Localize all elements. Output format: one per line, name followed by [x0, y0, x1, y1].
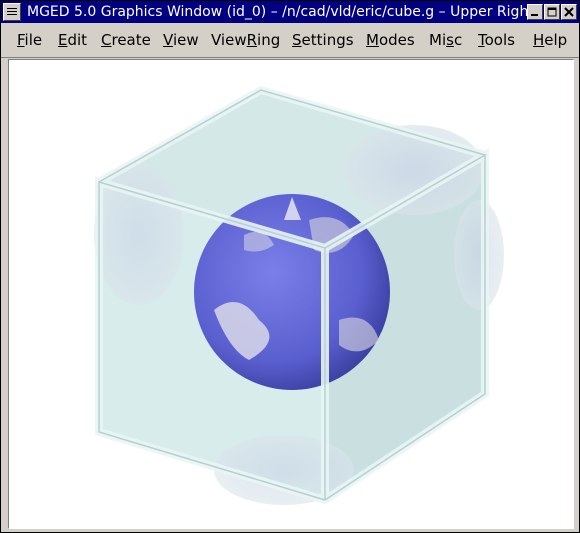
- maximize-icon[interactable]: [544, 4, 560, 20]
- menu-modes[interactable]: Modes: [366, 31, 415, 49]
- close-icon[interactable]: [561, 4, 577, 20]
- menu-misc[interactable]: Misc: [429, 31, 462, 49]
- menu-settings[interactable]: Settings: [292, 31, 354, 49]
- graphics-canvas[interactable]: [8, 59, 574, 529]
- mged-graphics-window: MGED 5.0 Graphics Window (id_0) – /n/cad…: [0, 0, 580, 533]
- minimize-icon[interactable]: [527, 4, 543, 20]
- sphere-reflection: [454, 200, 504, 310]
- menu-edit[interactable]: Edit: [58, 31, 87, 49]
- menu-help[interactable]: Help: [533, 31, 567, 49]
- menu-view[interactable]: View: [163, 31, 199, 49]
- system-menu-icon[interactable]: [3, 3, 21, 21]
- menu-tools[interactable]: Tools: [478, 31, 515, 49]
- menu-viewring[interactable]: ViewRing: [211, 31, 280, 49]
- window-title: MGED 5.0 Graphics Window (id_0) – /n/cad…: [27, 4, 534, 20]
- menu-bar: File Edit Create View ViewRing Settings …: [1, 23, 579, 58]
- cube-sphere-scene: [94, 85, 504, 505]
- title-bar[interactable]: MGED 5.0 Graphics Window (id_0) – /n/cad…: [1, 1, 579, 23]
- menu-file[interactable]: File: [17, 31, 42, 49]
- menu-create[interactable]: Create: [101, 31, 151, 49]
